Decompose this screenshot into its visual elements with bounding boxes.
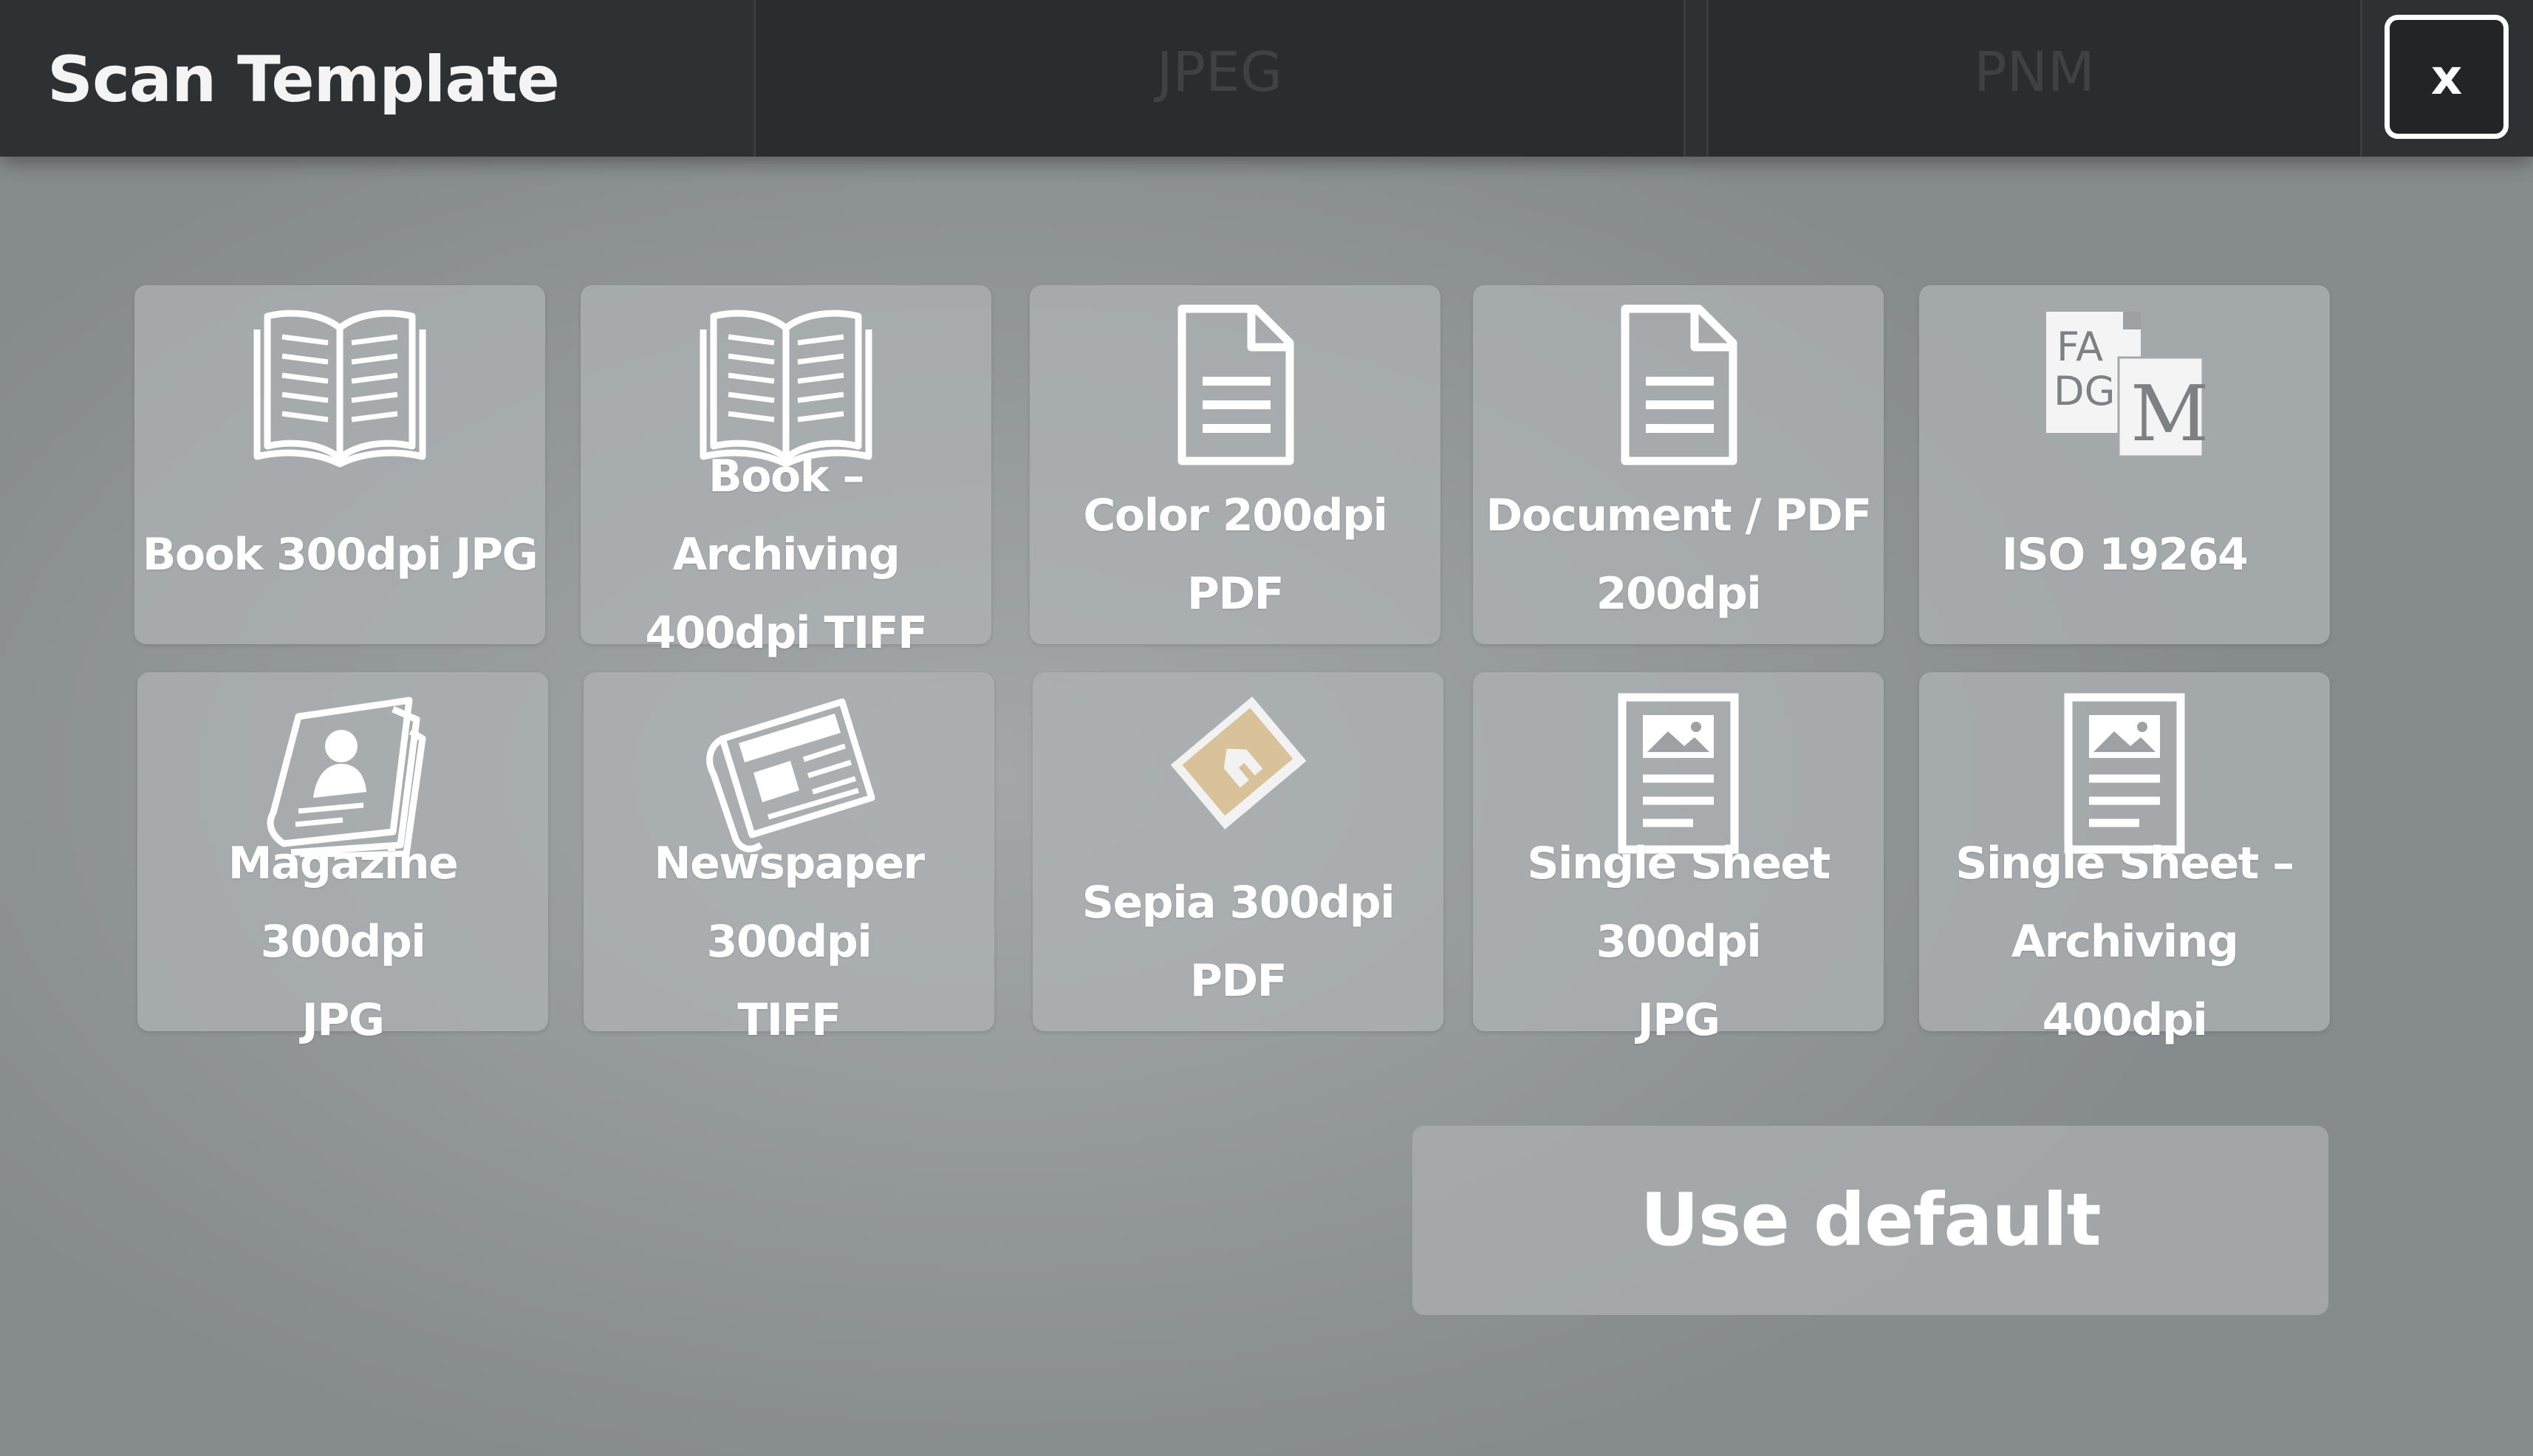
- sepia-photo-icon: [1033, 680, 1443, 850]
- template-label: Magazine 300dpi JPG: [228, 838, 459, 1046]
- template-tile-single-sheet-300dpi-jpg[interactable]: Single Sheet 300dpi JPG: [1473, 672, 1884, 1046]
- use-default-button[interactable]: Use default: [1412, 1126, 2328, 1315]
- tab-pnm-label: PNM: [1974, 41, 2095, 104]
- svg-text:FA: FA: [2057, 324, 2103, 370]
- template-tile-sepia-300dpi-pdf[interactable]: Sepia 300dpi PDF: [1033, 672, 1443, 1031]
- template-label: Color 200dpi PDF: [1083, 490, 1388, 620]
- template-label: Newspaper 300dpi TIFF: [654, 838, 925, 1046]
- scan-template-dialog: JPEG PNM Scan Template x Book 300dpi JPG…: [0, 0, 2533, 1456]
- svg-text:M: M: [2130, 369, 2209, 459]
- template-label: Document / PDF 200dpi: [1486, 490, 1872, 620]
- tab-jpeg: JPEG: [753, 0, 1686, 157]
- template-label: Book – Archiving 400dpi TIFF: [645, 451, 928, 659]
- tab-pnm: PNM: [1706, 0, 2362, 157]
- template-tile-newspaper-300dpi-tiff[interactable]: Newspaper 300dpi TIFF: [584, 672, 994, 1046]
- template-tile-magazine-300dpi-jpg[interactable]: Magazine 300dpi JPG: [137, 672, 548, 1046]
- close-button[interactable]: x: [2385, 15, 2509, 139]
- template-label: Single Sheet 300dpi JPG: [1527, 838, 1830, 1046]
- open-book-icon: [134, 300, 545, 470]
- template-tile-document-pdf-200dpi[interactable]: Document / PDF 200dpi: [1473, 285, 1884, 644]
- template-tile-single-sheet-archiving-400dpi[interactable]: Single Sheet – Archiving 400dpi: [1919, 672, 2330, 1046]
- svg-text:DGI: DGI: [2054, 368, 2127, 414]
- document-icon: [1473, 300, 1884, 470]
- template-label: Book 300dpi JPG: [142, 529, 539, 581]
- template-tile-book-archiving-400dpi-tiff[interactable]: Book – Archiving 400dpi TIFF: [581, 285, 991, 659]
- template-tile-iso-19264[interactable]: FA DGI M ISO 19264: [1919, 285, 2330, 644]
- template-tile-color-200dpi-pdf[interactable]: Color 200dpi PDF: [1030, 285, 1440, 644]
- dialog-title: Scan Template: [47, 43, 560, 117]
- template-label: Sepia 300dpi PDF: [1081, 877, 1395, 1007]
- template-label: Single Sheet – Archiving 400dpi: [1955, 838, 2294, 1046]
- title-bar: JPEG PNM Scan Template x: [0, 0, 2533, 157]
- tab-jpeg-label: JPEG: [1156, 41, 1283, 104]
- fadgi-iso-icon: FA DGI M: [1919, 300, 2330, 470]
- template-tile-book-300dpi-jpg[interactable]: Book 300dpi JPG: [134, 285, 545, 644]
- document-icon: [1030, 300, 1440, 470]
- template-label: ISO 19264: [2001, 529, 2249, 581]
